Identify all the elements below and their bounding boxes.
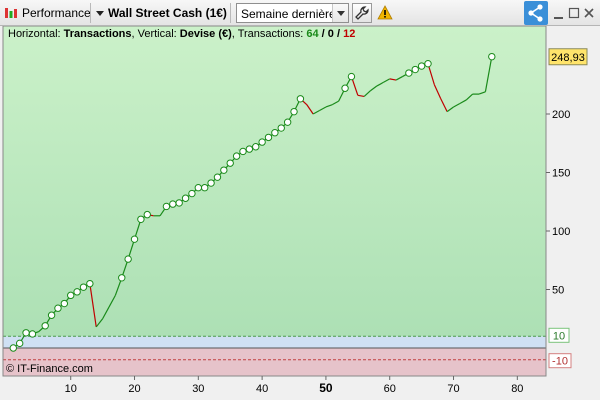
y-tick-label: 200: [552, 109, 570, 121]
wrench-icon: [355, 6, 369, 20]
data-point: [73, 288, 81, 296]
minimize-icon[interactable]: [553, 8, 565, 20]
x-tick-label: 60: [384, 383, 396, 395]
performance-button[interactable]: Performance: [4, 3, 91, 23]
upper-threshold-band: [3, 336, 546, 348]
data-point: [194, 184, 203, 192]
warning-icon[interactable]: [377, 5, 393, 21]
data-point: [181, 194, 190, 202]
toolbar-separator: [90, 3, 91, 23]
data-point: [424, 59, 432, 68]
data-point: [162, 202, 171, 211]
toolbar-separator: [230, 3, 231, 23]
data-point: [201, 184, 209, 192]
toolbar: Performance Wall Street Cash (1€) Semain…: [0, 0, 600, 26]
data-point: [488, 52, 496, 61]
last-value-label: 248,93: [551, 52, 585, 64]
legend-mid: , Vertical:: [132, 28, 180, 40]
data-point: [411, 65, 419, 74]
performance-icon: [5, 8, 17, 18]
period-select[interactable]: Semaine dernière: [236, 3, 349, 23]
data-point: [417, 62, 426, 70]
data-point: [283, 118, 292, 126]
close-icon[interactable]: [583, 7, 595, 19]
plot-area: [3, 26, 546, 376]
data-point: [47, 311, 56, 319]
data-point: [226, 159, 234, 167]
x-tick-label: 30: [192, 383, 204, 395]
legend-slash: /: [334, 28, 343, 40]
data-point: [232, 152, 241, 160]
x-tick-label: 10: [65, 383, 77, 395]
data-point: [28, 330, 37, 338]
data-point: [15, 339, 24, 348]
data-point: [118, 274, 126, 282]
data-point: [175, 199, 183, 207]
settings-button[interactable]: [352, 3, 372, 23]
y-tick-label: 100: [552, 226, 570, 238]
watermark: © IT-Finance.com: [6, 363, 93, 375]
legend-wins-count: 64: [306, 28, 319, 40]
data-point: [169, 200, 177, 208]
data-point: [239, 147, 247, 156]
data-point: [188, 189, 196, 198]
data-point: [271, 129, 279, 137]
data-point: [405, 69, 413, 77]
caret-down-icon: [96, 11, 104, 16]
maximize-icon[interactable]: [568, 7, 580, 19]
y-tick-label: 150: [552, 168, 570, 180]
legend-vertical-value: Devise (€): [180, 28, 232, 40]
x-tick-label: 50: [319, 381, 333, 395]
performance-chart[interactable]: 50 100 150 200 10 20 30 40 50 60 70 80 248,93 10 -10 H…: [0, 26, 600, 400]
data-point: [124, 255, 132, 263]
data-point: [252, 143, 260, 151]
data-point: [290, 107, 298, 116]
data-point: [245, 145, 254, 153]
legend-horizontal-value: Transactions: [64, 28, 132, 40]
instrument-selector[interactable]: Wall Street Cash (1€): [95, 3, 227, 23]
x-tick-label: 40: [256, 383, 268, 395]
data-point: [296, 95, 305, 103]
performance-label: Performance: [22, 6, 91, 20]
data-point: [60, 299, 69, 308]
period-select-value: Semaine dernière: [241, 7, 336, 21]
data-point: [41, 322, 49, 330]
data-point: [347, 72, 356, 81]
data-point: [341, 84, 349, 92]
data-point: [277, 124, 285, 132]
data-point: [264, 133, 273, 142]
y-tick-label: 50: [552, 285, 564, 297]
data-point: [143, 210, 151, 219]
data-point: [220, 166, 228, 174]
x-tick-label: 80: [511, 383, 523, 395]
data-point: [137, 215, 145, 224]
lower-threshold-label: -10: [552, 356, 568, 368]
data-point: [22, 329, 30, 337]
instrument-label: Wall Street Cash (1€): [108, 6, 227, 20]
data-point: [67, 291, 75, 300]
legend-losses-count: 12: [343, 28, 355, 40]
share-button[interactable]: [524, 1, 548, 25]
upper-threshold-label: 10: [553, 330, 565, 342]
data-point: [213, 173, 222, 181]
data-point: [86, 279, 94, 288]
share-icon: [528, 4, 543, 22]
x-tick-label: 70: [447, 383, 459, 395]
legend-slash: /: [319, 28, 328, 40]
data-point: [79, 283, 88, 291]
data-point: [130, 235, 139, 243]
data-point: [207, 179, 215, 187]
x-tick-label: 20: [128, 383, 140, 395]
legend-transactions-label: , Transactions:: [232, 28, 307, 40]
legend-prefix: Horizontal:: [8, 28, 64, 40]
chevron-down-icon[interactable]: [332, 4, 348, 22]
data-point: [258, 138, 266, 146]
chart-legend: Horizontal: Transactions, Vertical: Devi…: [8, 28, 355, 40]
data-point: [9, 344, 18, 352]
data-point: [54, 304, 62, 312]
